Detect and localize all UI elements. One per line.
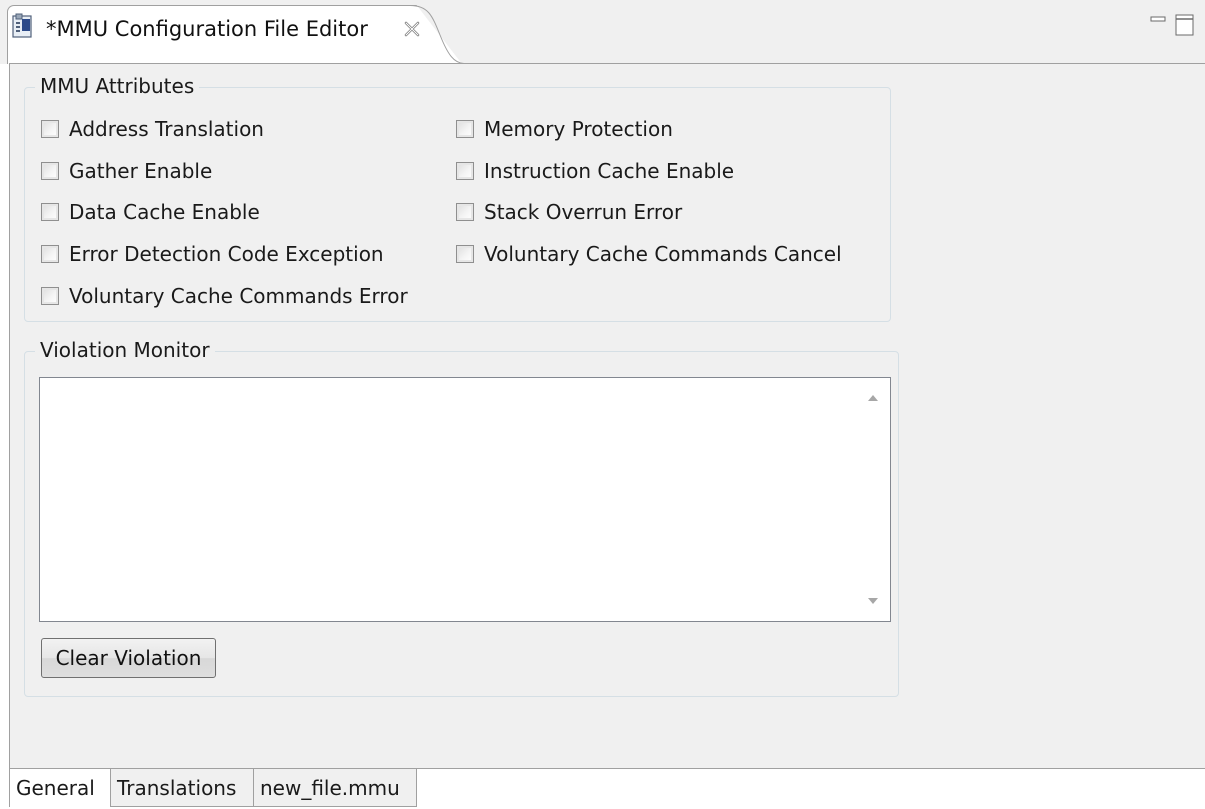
clear-violation-button[interactable]: Clear Violation — [41, 638, 216, 678]
checkbox-instruction-cache-enable[interactable]: Instruction Cache Enable — [456, 159, 734, 183]
violation-monitor-title: Violation Monitor — [35, 338, 215, 362]
mmu-attributes-title: MMU Attributes — [35, 74, 200, 98]
mmu-attributes-group: MMU Attributes Address Translation Gathe… — [24, 74, 891, 322]
checkbox-error-detection-code-exception[interactable]: Error Detection Code Exception — [41, 242, 384, 266]
checkbox-label: Address Translation — [69, 117, 264, 141]
checkbox-voluntary-cache-commands-error[interactable]: Voluntary Cache Commands Error — [41, 284, 408, 308]
editor-tab-bar: *MMU Configuration File Editor — [0, 0, 1205, 64]
checkbox-box[interactable] — [41, 203, 59, 221]
scroll-up-arrow-icon[interactable] — [868, 395, 878, 401]
checkbox-label: Stack Overrun Error — [484, 200, 683, 224]
checkbox-label: Data Cache Enable — [69, 200, 260, 224]
checkbox-label: Voluntary Cache Commands Error — [69, 284, 408, 308]
tab-translations[interactable]: Translations — [111, 769, 254, 807]
tab-general[interactable]: General — [9, 769, 111, 807]
checkbox-box[interactable] — [41, 287, 59, 305]
page-tab-bar: General Translations new_file.mmu — [9, 768, 1205, 809]
violation-log-textarea[interactable] — [39, 377, 891, 622]
checkbox-stack-overrun-error[interactable]: Stack Overrun Error — [456, 200, 682, 224]
editor-body: MMU Attributes Address Translation Gathe… — [9, 63, 1205, 769]
checkbox-box[interactable] — [456, 245, 474, 263]
tab-new-file-mmu[interactable]: new_file.mmu — [254, 769, 417, 807]
checkbox-box[interactable] — [41, 162, 59, 180]
maximize-icon[interactable] — [1175, 14, 1194, 36]
checkbox-box[interactable] — [456, 120, 474, 138]
checkbox-gather-enable[interactable]: Gather Enable — [41, 159, 212, 183]
minimize-icon[interactable] — [1150, 15, 1166, 25]
checkbox-data-cache-enable[interactable]: Data Cache Enable — [41, 200, 260, 224]
checkbox-label: Instruction Cache Enable — [484, 159, 735, 183]
checkbox-label: Memory Protection — [484, 117, 673, 141]
checkbox-box[interactable] — [456, 162, 474, 180]
editor-tab-title[interactable]: *MMU Configuration File Editor — [46, 17, 368, 41]
checkbox-address-translation[interactable]: Address Translation — [41, 117, 264, 141]
checkbox-memory-protection[interactable]: Memory Protection — [456, 117, 673, 141]
checkbox-box[interactable] — [456, 203, 474, 221]
checkbox-box[interactable] — [41, 120, 59, 138]
close-x-icon[interactable] — [403, 20, 421, 38]
checkbox-label: Error Detection Code Exception — [69, 242, 384, 266]
checkbox-label: Voluntary Cache Commands Cancel — [484, 242, 842, 266]
scroll-down-arrow-icon[interactable] — [868, 598, 878, 604]
checkbox-voluntary-cache-commands-cancel[interactable]: Voluntary Cache Commands Cancel — [456, 242, 842, 266]
mmu-file-icon — [12, 13, 32, 38]
checkbox-label: Gather Enable — [69, 159, 213, 183]
checkbox-box[interactable] — [41, 245, 59, 263]
